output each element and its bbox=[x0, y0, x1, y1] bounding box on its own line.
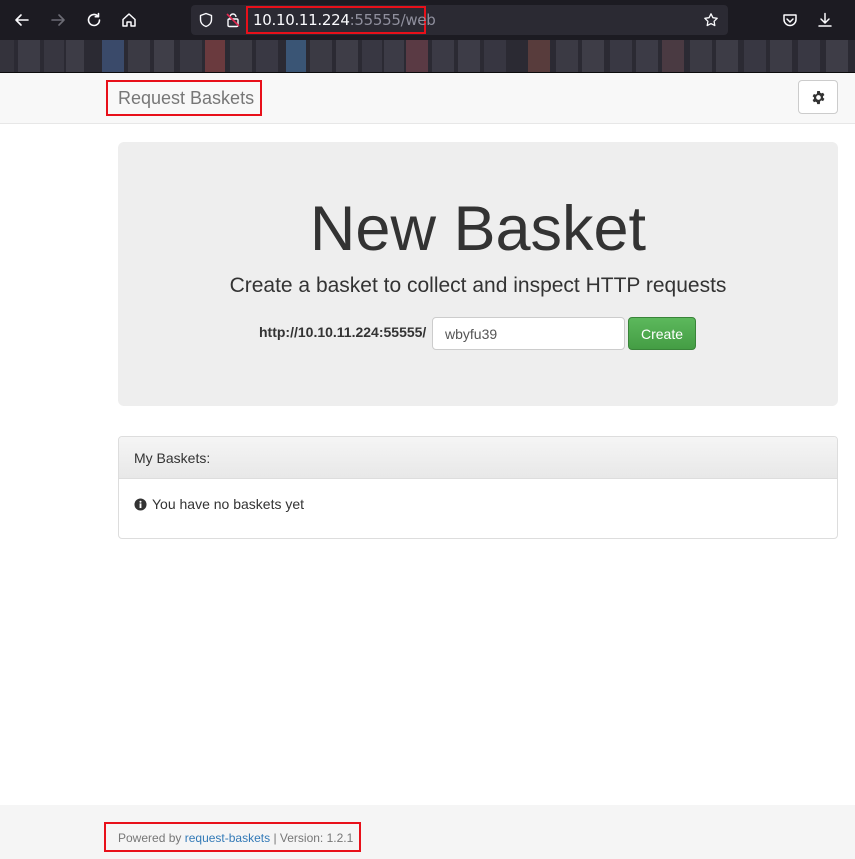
app-brand[interactable]: Request Baskets bbox=[118, 88, 254, 109]
bookmark-blur bbox=[528, 40, 550, 72]
address-text[interactable]: 10.10.11.224:55555/web bbox=[246, 6, 436, 34]
version-text: | Version: 1.2.1 bbox=[273, 831, 354, 845]
bookmark-blur bbox=[0, 40, 14, 72]
bookmark-blur bbox=[636, 40, 658, 72]
bookmark-blur bbox=[18, 40, 40, 72]
empty-baskets-text: You have no baskets yet bbox=[152, 496, 305, 512]
bookmark-blur bbox=[406, 40, 428, 72]
bookmark-blur bbox=[770, 40, 792, 72]
bookmark-blur bbox=[310, 40, 332, 72]
back-arrow-icon[interactable] bbox=[10, 8, 34, 32]
bookmark-blur bbox=[610, 40, 632, 72]
settings-button[interactable] bbox=[798, 80, 838, 114]
bookmarks-toolbar bbox=[0, 40, 855, 73]
bookmark-blur bbox=[154, 40, 174, 72]
powered-by-label: Powered by bbox=[118, 831, 182, 845]
bookmark-blur bbox=[362, 40, 382, 72]
bookmark-blur bbox=[716, 40, 738, 72]
home-icon[interactable] bbox=[117, 8, 141, 32]
bookmark-blur bbox=[102, 40, 124, 72]
browser-toolbar: 10.10.11.224:55555/web bbox=[0, 0, 855, 40]
empty-baskets-message: You have no baskets yet bbox=[134, 496, 304, 512]
basket-name-input[interactable] bbox=[432, 317, 625, 350]
footer-text: Powered by request-baskets | Version: 1.… bbox=[118, 831, 353, 845]
panel-heading: My Baskets: bbox=[119, 437, 837, 479]
bookmark-blur bbox=[484, 40, 506, 72]
bookmark-blur bbox=[582, 40, 604, 72]
my-baskets-panel: My Baskets: You have no baskets yet bbox=[118, 436, 838, 539]
basket-url-prefix: http://10.10.11.224:55555/ bbox=[259, 324, 427, 340]
bookmark-blur bbox=[458, 40, 480, 72]
bookmark-blur bbox=[128, 40, 150, 72]
star-icon[interactable] bbox=[703, 12, 719, 28]
bookmark-blur bbox=[44, 40, 64, 72]
info-circle-icon bbox=[134, 497, 147, 511]
bookmark-blur bbox=[556, 40, 578, 72]
bookmark-blur bbox=[798, 40, 820, 72]
pocket-icon[interactable] bbox=[778, 8, 802, 32]
gear-icon bbox=[812, 90, 824, 104]
bookmark-blur bbox=[205, 40, 225, 72]
create-button[interactable]: Create bbox=[628, 317, 696, 350]
panel-title: My Baskets: bbox=[134, 450, 211, 466]
reload-icon[interactable] bbox=[82, 8, 106, 32]
url-path: :55555/web bbox=[349, 11, 436, 29]
bookmark-blur bbox=[432, 40, 454, 72]
url-host: 10.10.11.224 bbox=[253, 11, 350, 29]
bookmark-blur bbox=[286, 40, 306, 72]
page-title: New Basket bbox=[309, 194, 647, 264]
bookmark-blur bbox=[744, 40, 766, 72]
bookmark-blur bbox=[690, 40, 712, 72]
bookmark-blur bbox=[384, 40, 404, 72]
forward-arrow-icon[interactable] bbox=[46, 8, 70, 32]
bookmark-blur bbox=[662, 40, 684, 72]
bookmark-blur bbox=[336, 40, 358, 72]
shield-icon[interactable] bbox=[198, 12, 214, 28]
page-subtitle: Create a basket to collect and inspect H… bbox=[229, 274, 727, 297]
lock-icon[interactable] bbox=[225, 12, 241, 28]
bookmark-blur bbox=[256, 40, 278, 72]
download-icon[interactable] bbox=[813, 8, 837, 32]
bookmark-blur bbox=[826, 40, 848, 72]
bookmark-blur bbox=[66, 40, 84, 72]
request-baskets-link[interactable]: request-baskets bbox=[185, 831, 270, 845]
bookmark-blur bbox=[230, 40, 252, 72]
bookmark-blur bbox=[180, 40, 202, 72]
